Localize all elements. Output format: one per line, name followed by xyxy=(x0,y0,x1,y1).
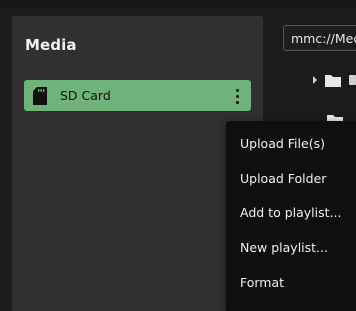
sd-card-icon xyxy=(33,87,47,105)
menu-item-new-playlist[interactable]: New playlist... xyxy=(226,232,356,266)
menu-item-label: New playlist... xyxy=(240,240,328,255)
menu-item-label: Upload File(s) xyxy=(240,136,325,151)
more-options-icon[interactable] xyxy=(229,85,245,107)
sidebar-item-label: SD Card xyxy=(60,88,111,103)
path-input[interactable]: mmc://Media xyxy=(283,25,356,51)
path-text: mmc://Media xyxy=(291,31,356,46)
context-menu: Upload File(s) Upload Folder Add to play… xyxy=(226,121,356,311)
menu-item-format[interactable]: Format xyxy=(226,267,356,301)
menu-item-upload-folder[interactable]: Upload Folder xyxy=(226,163,356,197)
menu-item-label: Format xyxy=(240,275,285,290)
menu-item-add-to-playlist[interactable]: Add to playlist... xyxy=(226,197,356,231)
sidebar-item-sd-card[interactable]: SD Card xyxy=(24,80,251,111)
top-bar xyxy=(0,0,356,8)
folder-name-fragment xyxy=(349,75,356,85)
menu-item-label: Add to playlist... xyxy=(240,205,342,220)
folder-icon xyxy=(325,75,341,87)
sidebar-title: Media xyxy=(25,36,77,54)
menu-item-upload-files[interactable]: Upload File(s) xyxy=(226,128,356,162)
media-app: Media SD Card mmc://Media xyxy=(0,0,356,311)
menu-item-label: Upload Folder xyxy=(240,171,327,186)
chevron-right-icon[interactable] xyxy=(311,75,319,85)
